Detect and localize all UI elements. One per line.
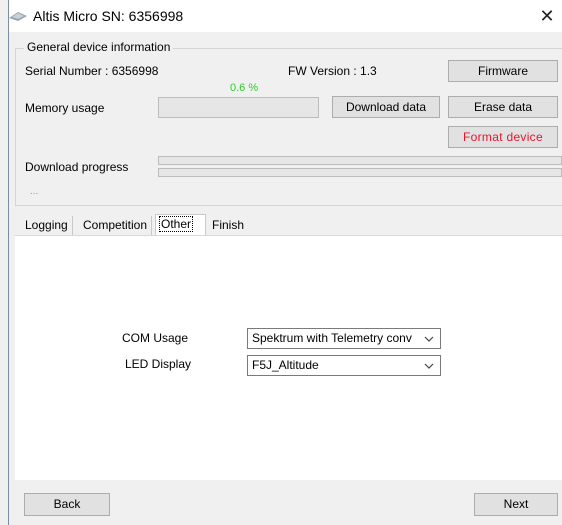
tab-finish[interactable]: Finish [208,216,248,235]
close-icon[interactable]: ✕ [532,0,562,32]
download-data-button[interactable]: Download data [332,96,440,118]
led-display-label: LED Display [125,357,192,371]
back-button[interactable]: Back [24,493,110,516]
erase-data-button[interactable]: Erase data [448,96,558,118]
chevron-down-icon [422,329,436,348]
fw-version-label: FW Version : 1.3 [288,64,377,78]
format-device-button[interactable]: Format device [448,126,558,148]
memory-usage-label: Memory usage [25,101,105,115]
tab-other-label: Other [158,216,194,232]
com-usage-value: Spektrum with Telemetry conv [252,331,412,345]
next-button[interactable]: Next [474,493,558,516]
serial-number-label: Serial Number : 6356998 [25,64,159,78]
firmware-button[interactable]: Firmware [448,60,558,82]
download-progress-bar [158,156,562,165]
com-usage-select[interactable]: Spektrum with Telemetry conv [247,328,441,349]
led-display-value: F5J_Altitude [252,358,319,372]
tab-logging[interactable]: Logging [21,216,73,235]
chevron-down-icon [422,356,436,375]
led-display-select[interactable]: F5J_Altitude [247,355,441,376]
window-title: Altis Micro SN: 6356998 [33,8,184,24]
group-title: General device information [24,40,174,54]
tab-other[interactable]: Other [155,214,206,236]
status-text: ... [30,186,39,197]
app-icon [9,12,27,21]
download-progress-bar-secondary [158,168,562,177]
memory-percent: 0.6 % [230,82,259,94]
window-border [8,0,9,525]
memory-usage-bar [158,97,319,118]
com-usage-label: COM Usage [122,331,189,345]
tab-competition[interactable]: Competition [79,216,153,235]
download-progress-label: Download progress [25,160,129,174]
